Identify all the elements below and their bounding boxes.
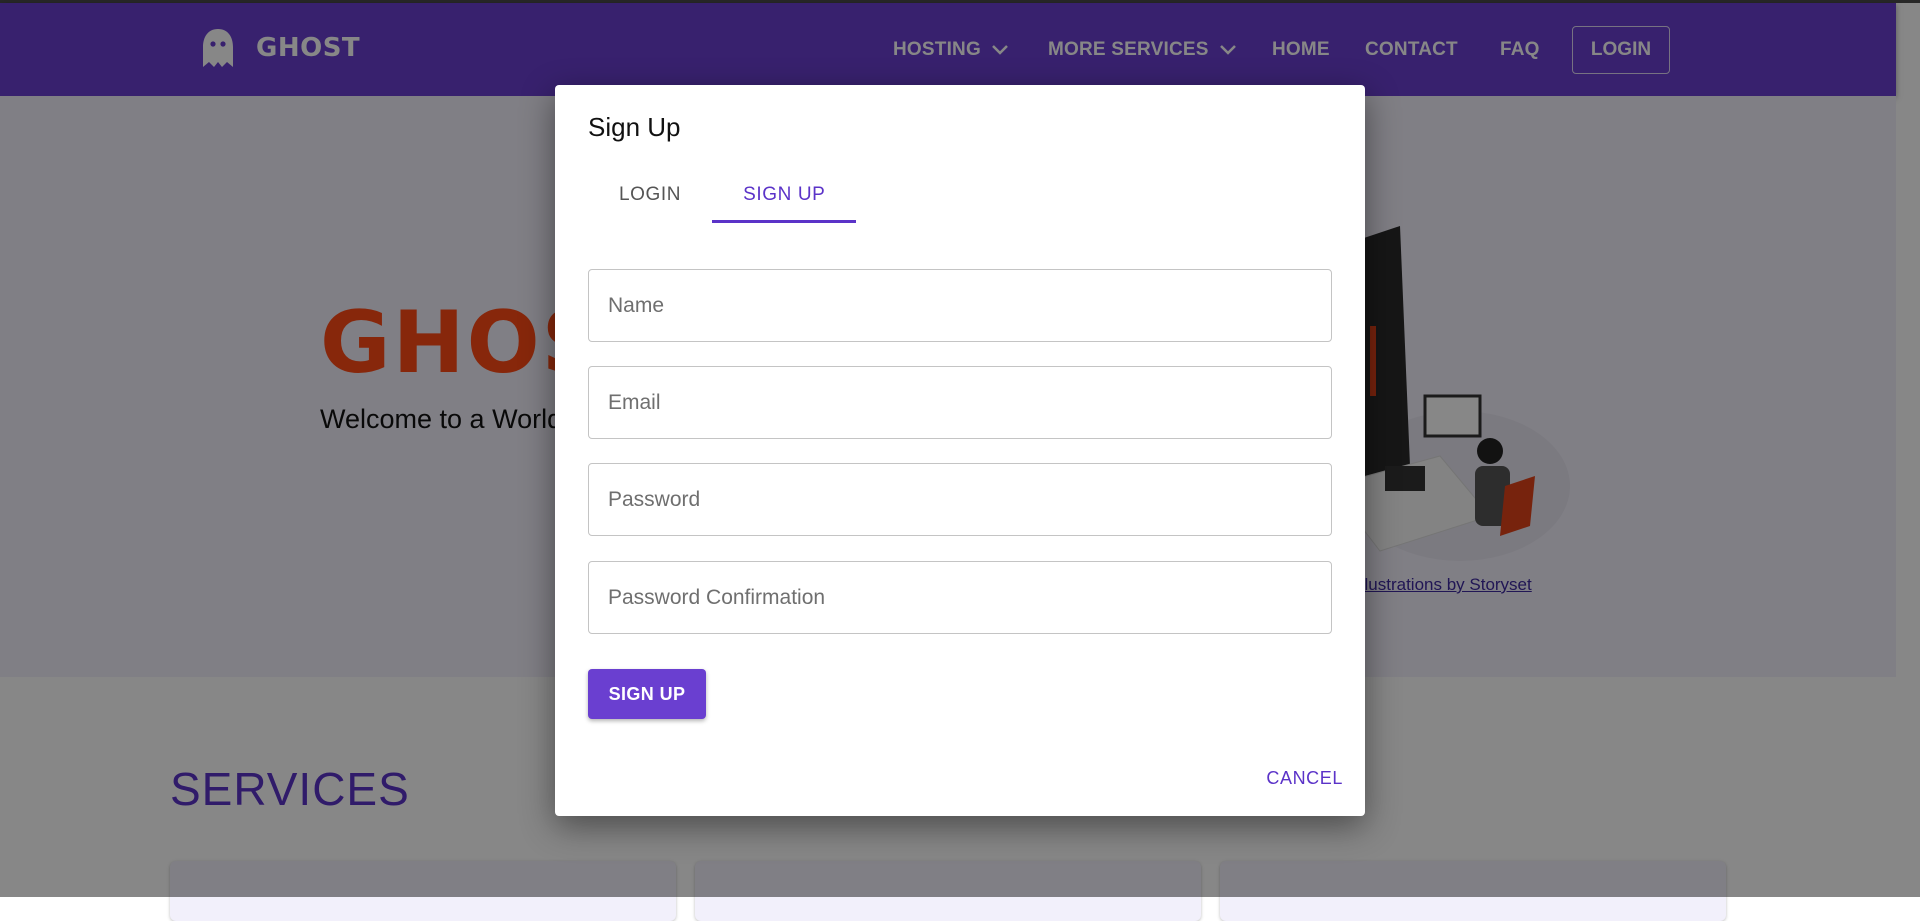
- sign-up-submit-button[interactable]: SIGN UP: [588, 669, 706, 719]
- tab-login[interactable]: LOGIN: [588, 169, 712, 223]
- cancel-button[interactable]: CANCEL: [1266, 768, 1343, 789]
- auth-tabs: LOGIN SIGN UP: [588, 169, 857, 223]
- email-input[interactable]: [589, 367, 1331, 438]
- email-field: [588, 366, 1332, 439]
- tab-sign-up[interactable]: SIGN UP: [712, 169, 857, 223]
- name-field: [588, 269, 1332, 342]
- password-confirmation-field: [588, 561, 1332, 634]
- dialog-title: Sign Up: [588, 112, 681, 142]
- password-field: [588, 463, 1332, 536]
- signup-dialog: Sign Up LOGIN SIGN UP SIGN UP CANCEL: [555, 85, 1365, 816]
- password-confirmation-input[interactable]: [589, 562, 1331, 633]
- password-input[interactable]: [589, 464, 1331, 535]
- name-input[interactable]: [589, 270, 1331, 341]
